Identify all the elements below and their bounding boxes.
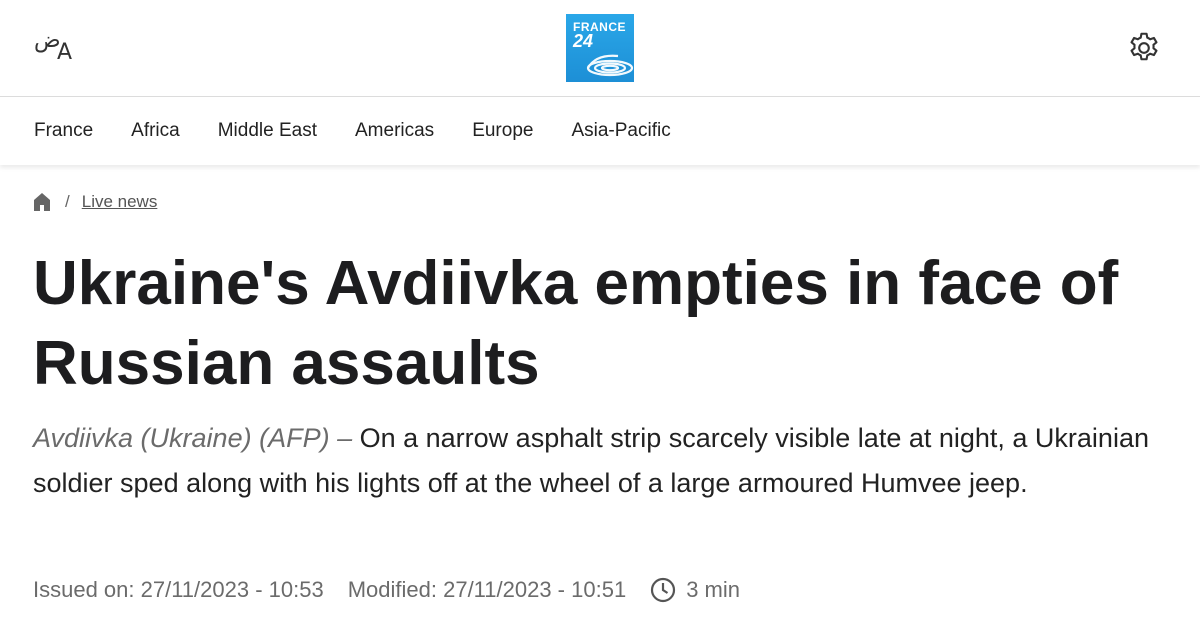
nav-item-americas[interactable]: Americas bbox=[355, 120, 434, 142]
article-title: Ukraine's Avdiivka empties in face of Ru… bbox=[33, 249, 1119, 398]
home-icon[interactable] bbox=[33, 192, 51, 212]
nav-item-france[interactable]: France bbox=[34, 120, 93, 142]
nav-item-europe[interactable]: Europe bbox=[472, 120, 533, 142]
modified-date: Modified: 27/11/2023 - 10:51 bbox=[347, 577, 627, 602]
issued-date: Issued on: 27/11/2023 - 10:53 bbox=[33, 577, 324, 602]
language-switcher[interactable]: ض A bbox=[34, 28, 78, 65]
reading-time: 3 min bbox=[686, 577, 740, 602]
site-header: ض A FRANCE 24 bbox=[0, 0, 1200, 97]
nav-item-asia-pacific[interactable]: Asia-Pacific bbox=[571, 120, 670, 142]
main-nav: France Africa Middle East Americas Europ… bbox=[0, 97, 1200, 165]
gear-icon[interactable] bbox=[1126, 30, 1162, 66]
breadcrumb: / Live news bbox=[33, 190, 157, 214]
article-lead: Avdiivka (Ukraine) (AFP) – On a narrow a… bbox=[33, 416, 1153, 506]
article-dateline: Avdiivka (Ukraine) (AFP) – bbox=[33, 423, 353, 453]
breadcrumb-separator: / bbox=[65, 192, 70, 211]
breadcrumb-link-live-news[interactable]: Live news bbox=[82, 192, 158, 212]
article-meta: Issued on: 27/11/2023 - 10:53 Modified: … bbox=[33, 574, 740, 606]
nav-item-middle-east[interactable]: Middle East bbox=[218, 120, 317, 142]
nav-item-africa[interactable]: Africa bbox=[131, 120, 180, 142]
logo-line-2: 24 bbox=[573, 31, 594, 51]
latin-letter: A bbox=[57, 40, 73, 65]
france24-logo[interactable]: FRANCE 24 bbox=[566, 14, 634, 82]
clock-icon bbox=[650, 577, 676, 603]
